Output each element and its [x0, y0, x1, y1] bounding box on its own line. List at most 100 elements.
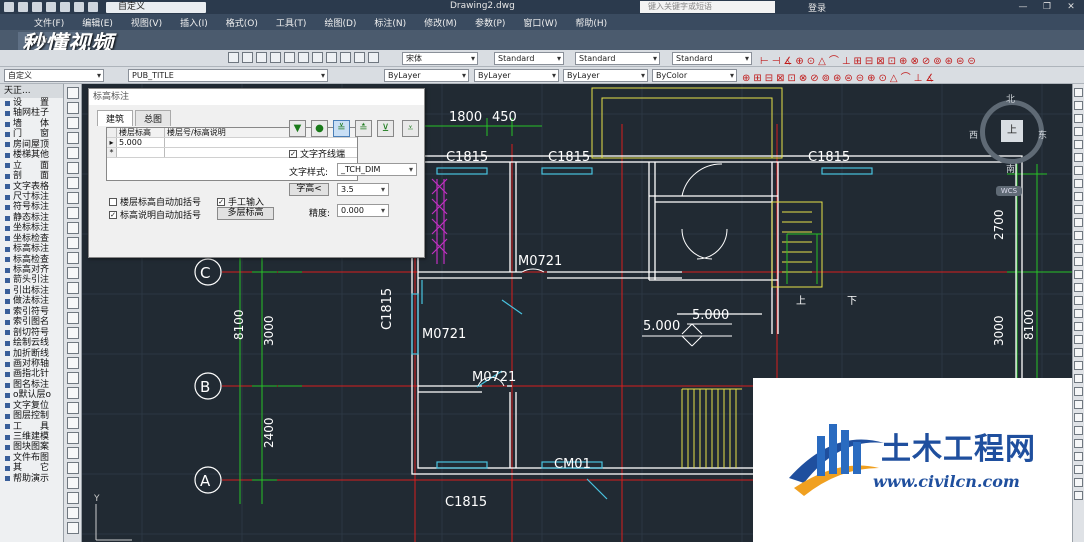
modify-tool-icon[interactable] — [1074, 140, 1083, 149]
text-height-select[interactable]: 3.5 — [337, 183, 389, 196]
draw-tool-icon[interactable] — [66, 507, 79, 519]
menu-format[interactable]: 格式(O) — [226, 16, 258, 29]
elevation-symbol-1-icon[interactable]: ▼ — [289, 120, 306, 137]
align-text-checkbox[interactable]: ✓ 文字齐线端 — [289, 147, 345, 160]
checkbox-box-checked[interactable]: ✓ — [217, 197, 225, 206]
restore-icon[interactable]: ❐ — [1038, 1, 1056, 13]
open-file-icon[interactable] — [18, 2, 28, 12]
draw-tool-icon[interactable] — [66, 522, 79, 534]
layer-combo[interactable]: PUB_TITLE — [128, 69, 328, 82]
palette-item[interactable]: 标高标注 — [0, 244, 63, 254]
new-file-icon[interactable] — [4, 2, 14, 12]
palette-item[interactable]: 画指北针 — [0, 369, 63, 379]
modify-tool-icon[interactable] — [1074, 322, 1083, 331]
menu-dimension[interactable]: 标注(N) — [374, 16, 406, 29]
precision-select[interactable]: 0.000 — [337, 204, 389, 217]
print-icon[interactable] — [60, 2, 70, 12]
draw-tool-icon[interactable] — [66, 492, 79, 504]
modify-tool-icon[interactable] — [1074, 361, 1083, 370]
modify-tool-icon[interactable] — [1074, 374, 1083, 383]
workspace-selector[interactable]: 自定义 — [106, 1, 206, 13]
modify-tool-icon[interactable] — [1074, 296, 1083, 305]
palette-item[interactable]: 图层控制 — [0, 411, 63, 421]
viewcube-top-face[interactable]: 上 — [1001, 120, 1023, 142]
palette-item[interactable]: 其 它 — [0, 463, 63, 473]
palette-item[interactable]: 绘制云线 — [0, 338, 63, 348]
modify-tool-icon[interactable] — [1074, 335, 1083, 344]
help-icon[interactable] — [368, 52, 379, 63]
compass-north[interactable]: 北 — [1006, 92, 1015, 105]
elevation-symbol-2-icon[interactable]: ● — [311, 120, 328, 137]
palette-item[interactable]: 剖切符号 — [0, 328, 63, 338]
draw-tool-icon[interactable] — [66, 342, 79, 354]
compass-south[interactable]: 南 — [1006, 162, 1015, 175]
modify-tool-icon[interactable] — [1074, 244, 1083, 253]
zoom-window-icon[interactable] — [256, 52, 267, 63]
zoom-realtime-icon[interactable] — [242, 52, 253, 63]
checkbox-box[interactable] — [109, 197, 117, 206]
palette-item[interactable]: 标高检查 — [0, 255, 63, 265]
auto-floor-checkbox[interactable]: 楼层标高自动加括号 — [109, 195, 201, 208]
text-style-select[interactable]: _TCH_DIM — [337, 163, 417, 176]
palette-item[interactable]: 剖 面 — [0, 171, 63, 181]
multi-floor-button[interactable]: 多层标高 — [217, 207, 274, 220]
modify-tool-icon[interactable] — [1074, 88, 1083, 97]
table-cell[interactable] — [117, 148, 165, 157]
palette-item[interactable]: 墙 体 — [0, 119, 63, 129]
markup-icon[interactable] — [340, 52, 351, 63]
modify-tool-icon[interactable] — [1074, 166, 1083, 175]
font-combo[interactable]: 宋体 — [402, 52, 478, 65]
checkbox-box-checked[interactable]: ✓ — [289, 149, 297, 158]
palette-item[interactable]: 立 面 — [0, 161, 63, 171]
palette-item[interactable]: 坐标标注 — [0, 223, 63, 233]
palette-item[interactable]: 帮助演示 — [0, 474, 63, 484]
palette-item[interactable]: 楼梯其他 — [0, 150, 63, 160]
modify-tool-icon[interactable] — [1074, 348, 1083, 357]
draw-tool-icon[interactable] — [66, 372, 79, 384]
properties-icon[interactable] — [284, 52, 295, 63]
palette-item[interactable]: 画对称轴 — [0, 359, 63, 369]
search-input[interactable]: 键入关键字或短语 — [640, 1, 775, 13]
draw-tool-icon[interactable] — [66, 177, 79, 189]
palette-item[interactable]: 房间屋顶 — [0, 140, 63, 150]
modify-tool-icon[interactable] — [1074, 192, 1083, 201]
modify-tool-icon[interactable] — [1074, 283, 1083, 292]
dim-style-combo[interactable]: Standard — [575, 52, 660, 65]
palette-item[interactable]: 门 窗 — [0, 129, 63, 139]
elevation-symbol-4-icon[interactable]: ≛ — [355, 120, 372, 137]
draw-tool-icon[interactable] — [66, 162, 79, 174]
palette-item[interactable]: 箭头引注 — [0, 275, 63, 285]
menu-view[interactable]: 视图(V) — [131, 16, 162, 29]
modify-tool-icon[interactable] — [1074, 114, 1083, 123]
draw-tool-icon[interactable] — [66, 297, 79, 309]
palette-item[interactable]: 做法标注 — [0, 296, 63, 306]
auto-desc-checkbox[interactable]: ✓ 标高说明自动加括号 — [109, 208, 201, 221]
modify-tool-icon[interactable] — [1074, 413, 1083, 422]
color-combo[interactable]: ByLayer — [384, 69, 469, 82]
palette-item[interactable]: 文字复位 — [0, 401, 63, 411]
palette-item[interactable]: 三维建模 — [0, 432, 63, 442]
close-icon[interactable]: ✕ — [1062, 1, 1080, 13]
palette-item[interactable]: 标高对齐 — [0, 265, 63, 275]
menu-modify[interactable]: 修改(M) — [424, 16, 457, 29]
modify-tool-icon[interactable] — [1074, 101, 1083, 110]
palette-item[interactable]: 文字表格 — [0, 182, 63, 192]
menu-parametric[interactable]: 参数(P) — [475, 16, 505, 29]
palette-item[interactable]: o默认层o — [0, 390, 63, 400]
modify-tool-icon[interactable] — [1074, 491, 1083, 500]
draw-tool-icon[interactable] — [66, 312, 79, 324]
modify-tool-icon[interactable] — [1074, 127, 1083, 136]
palette-item[interactable]: 工 具 — [0, 422, 63, 432]
palette-item[interactable]: 索引符号 — [0, 307, 63, 317]
minimize-icon[interactable]: — — [1014, 1, 1032, 13]
draw-tool-icon[interactable] — [66, 417, 79, 429]
redo-icon[interactable] — [88, 2, 98, 12]
palette-item[interactable]: 索引图名 — [0, 317, 63, 327]
text-height-button[interactable]: 字高< — [289, 183, 329, 196]
draw-tool-icon[interactable] — [66, 117, 79, 129]
draw-tool-icon[interactable] — [66, 327, 79, 339]
palette-item[interactable]: 加折断线 — [0, 349, 63, 359]
modify-tool-icon[interactable] — [1074, 153, 1083, 162]
draw-tool-icon[interactable] — [66, 252, 79, 264]
table-style-combo[interactable]: Standard — [672, 52, 752, 65]
